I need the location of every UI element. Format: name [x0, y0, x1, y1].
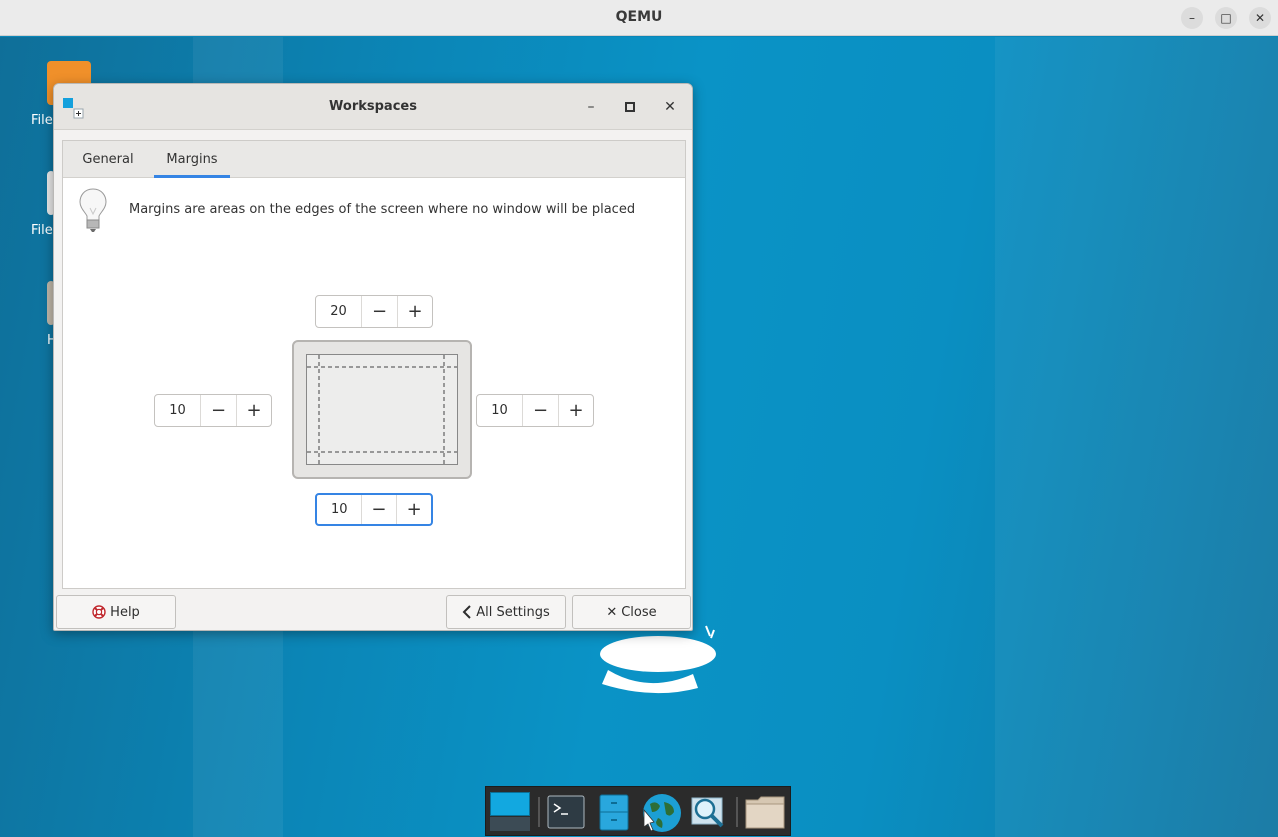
- right-margin-decrement-button[interactable]: −: [523, 395, 558, 426]
- maximize-icon: [625, 102, 635, 112]
- bottom-margin-spinbox: 10 − +: [315, 493, 433, 526]
- left-margin-decrement-button[interactable]: −: [201, 395, 236, 426]
- search-icon: [691, 797, 724, 828]
- top-margin-spinbox: 20 − +: [315, 295, 433, 328]
- web-browser-launcher[interactable]: [640, 792, 682, 832]
- host-close-button[interactable]: ✕: [1249, 7, 1271, 29]
- lifebuoy-icon: [92, 605, 106, 619]
- file-cabinet-icon: [599, 794, 629, 831]
- all-settings-label: All Settings: [476, 604, 550, 620]
- lightbulb-icon: [79, 188, 107, 232]
- desktop-icon-label: File: [31, 223, 53, 238]
- terminal-icon: [547, 795, 585, 829]
- minimize-icon: –: [1189, 11, 1195, 25]
- file-manager-launcher[interactable]: [594, 792, 636, 832]
- tab-label: Margins: [166, 152, 218, 167]
- host-minimize-button[interactable]: –: [1181, 7, 1203, 29]
- close-icon: ✕: [664, 99, 676, 115]
- left-margin-input[interactable]: 10: [155, 395, 201, 426]
- terminal-launcher[interactable]: [546, 792, 588, 832]
- left-margin-increment-button[interactable]: +: [236, 395, 271, 426]
- all-settings-button[interactable]: All Settings: [446, 595, 566, 629]
- right-margin-input[interactable]: 10: [477, 395, 523, 426]
- bottom-margin-increment-button[interactable]: +: [396, 495, 431, 524]
- minus-icon: −: [532, 400, 549, 421]
- screen-preview: [306, 354, 458, 465]
- host-titlebar: QEMU – □ ✕: [0, 0, 1278, 36]
- home-folder-launcher[interactable]: [744, 792, 786, 832]
- dialog-close-button[interactable]: ✕: [659, 96, 681, 118]
- close-icon: ✕: [606, 604, 618, 620]
- plus-icon: +: [406, 499, 422, 520]
- help-button[interactable]: Help: [56, 595, 176, 629]
- bottom-margin-decrement-button[interactable]: −: [362, 495, 397, 524]
- minus-icon: −: [210, 400, 227, 421]
- tab-bar: General Margins: [63, 141, 685, 178]
- plus-icon: +: [246, 400, 262, 421]
- desktop-mascot-image: [600, 625, 716, 694]
- tab-general[interactable]: General: [77, 141, 139, 178]
- close-icon: ✕: [1254, 11, 1266, 25]
- left-margin-spinbox: 10 − +: [154, 394, 272, 427]
- tab-margins[interactable]: Margins: [154, 141, 230, 178]
- dialog-titlebar[interactable]: Workspaces – ✕: [54, 84, 692, 130]
- close-button[interactable]: ✕ Close: [572, 595, 691, 629]
- top-margin-input[interactable]: 20: [316, 296, 362, 327]
- folder-icon: [745, 796, 785, 829]
- search-launcher[interactable]: [688, 792, 730, 832]
- plus-icon: +: [407, 301, 423, 322]
- settings-notebook: General Margins Margins are areas on the…: [62, 140, 686, 589]
- top-margin-increment-button[interactable]: +: [397, 296, 432, 327]
- bottom-margin-input[interactable]: 10: [317, 495, 362, 524]
- minus-icon: −: [371, 499, 387, 520]
- minus-icon: −: [371, 301, 388, 322]
- right-margin-spinbox: 10 − +: [476, 394, 594, 427]
- dialog-minimize-button[interactable]: –: [580, 96, 602, 118]
- right-margin-increment-button[interactable]: +: [558, 395, 593, 426]
- maximize-icon: □: [1220, 11, 1232, 25]
- hint-text: Margins are areas on the edges of the sc…: [129, 202, 636, 217]
- globe-icon: [643, 794, 681, 832]
- chevron-left-icon: [462, 605, 471, 619]
- close-label: Close: [621, 604, 657, 620]
- show-desktop-button[interactable]: [490, 792, 532, 832]
- help-label: Help: [110, 604, 140, 620]
- top-margin-decrement-button[interactable]: −: [362, 296, 397, 327]
- host-title: QEMU: [615, 9, 663, 25]
- desktop-icon-label: File: [31, 113, 53, 128]
- minimize-icon: –: [587, 99, 595, 115]
- monitor-preview: [292, 340, 472, 479]
- bottom-margin-value: 10: [331, 502, 348, 517]
- margin-guides: [307, 355, 457, 464]
- tab-label: General: [82, 152, 134, 167]
- dock: [485, 786, 791, 836]
- dialog-maximize-button[interactable]: [619, 96, 641, 118]
- workspaces-dialog: Workspaces – ✕ General Margins Margins a…: [53, 83, 693, 631]
- plus-icon: +: [568, 400, 584, 421]
- host-maximize-button[interactable]: □: [1215, 7, 1237, 29]
